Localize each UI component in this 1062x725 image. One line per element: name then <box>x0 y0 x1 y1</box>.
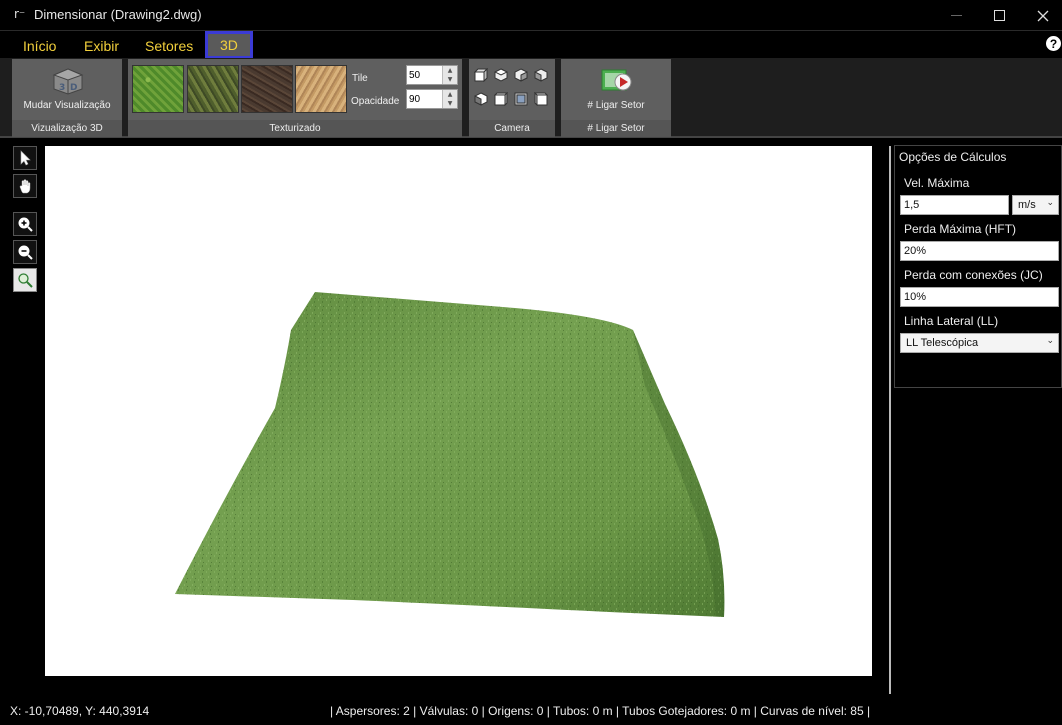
opacidade-input[interactable] <box>407 90 442 108</box>
view-cube-right-icon[interactable] <box>534 68 548 82</box>
svg-text:3: 3 <box>59 83 65 93</box>
pointer-icon <box>20 150 31 166</box>
chevron-down-icon: ⌄ <box>1046 336 1054 346</box>
chevron-down-icon: ⌄ <box>1046 198 1054 208</box>
grass-texture-swatch[interactable] <box>132 65 184 113</box>
vel-unit-value: m/s <box>1018 199 1036 211</box>
play-sector-icon[interactable] <box>600 67 632 95</box>
ligar-setor-button[interactable]: # Ligar Setor <box>561 100 671 111</box>
ribbon-group-visualizacao: 3 D Mudar Visualização Vizualização 3D <box>12 59 122 137</box>
view-cube-iso-icon[interactable] <box>514 92 528 106</box>
chevron-down-icon[interactable]: ▼ <box>448 100 453 107</box>
soil-texture-swatch[interactable] <box>241 65 293 113</box>
view-cube-front-icon[interactable] <box>493 91 509 107</box>
status-bar: X: -10,70489, Y: 440,3914 | Aspersores: … <box>0 700 1062 725</box>
calc-options-panel: Opções de Cálculos Vel. Máxima m/s ⌄ Per… <box>894 145 1062 388</box>
tile-stepper-arrows[interactable]: ▲ ▼ <box>442 66 457 84</box>
view-cube-back-icon[interactable] <box>533 91 549 107</box>
title-bar: r⁻ Dimensionar (Drawing2.dwg) <box>0 0 1062 31</box>
zoom-extents-icon <box>18 273 33 288</box>
view-cube-top-right-icon[interactable] <box>514 68 528 82</box>
zoom-in-icon <box>18 217 33 232</box>
group-label-texturizado: Texturizado <box>128 120 462 137</box>
element-counts: | Aspersores: 2 | Válvulas: 0 | Origens:… <box>330 704 871 718</box>
ribbon-group-ligar-setor: # Ligar Setor # Ligar Setor <box>561 59 671 137</box>
opacidade-stepper-arrows[interactable]: ▲ ▼ <box>442 90 457 108</box>
group-label-ligar-setor: # Ligar Setor <box>561 120 671 137</box>
close-icon <box>1037 10 1049 21</box>
close-button[interactable] <box>1020 0 1062 31</box>
panel-divider[interactable] <box>889 146 891 694</box>
vel-unit-select[interactable]: m/s ⌄ <box>1012 195 1059 215</box>
opacidade-stepper[interactable]: ▲▼ <box>406 89 458 109</box>
vel-maxima-input[interactable] <box>900 195 1009 215</box>
jc-label: Perda com conexões (JC) <box>904 268 1043 282</box>
ribbon-group-texturizado: Tile Opacidade ▲▼ ▲▼ Texturizado <box>128 59 462 137</box>
tile-stepper[interactable]: ▲▼ <box>406 65 458 85</box>
vel-maxima-label: Vel. Máxima <box>904 176 970 190</box>
tile-input[interactable] <box>407 66 442 84</box>
tab-inicio[interactable]: Início <box>14 33 65 58</box>
maximize-icon <box>993 10 1005 21</box>
zoom-out-tool[interactable] <box>13 240 37 264</box>
ll-value: LL Telescópica <box>906 337 979 349</box>
zoom-in-tool[interactable] <box>13 212 37 236</box>
minimize-button[interactable] <box>933 0 979 31</box>
tile-label: Tile <box>352 73 368 84</box>
hft-input[interactable] <box>900 241 1059 261</box>
cursor-coordinates: X: -10,70489, Y: 440,3914 <box>10 704 150 718</box>
window-title: Dimensionar (Drawing2.dwg) <box>34 7 202 22</box>
ll-select[interactable]: LL Telescópica ⌄ <box>900 333 1059 353</box>
sand-texture-swatch[interactable] <box>295 65 347 113</box>
group-label-visualizacao: Vizualização 3D <box>12 120 122 137</box>
minimize-icon <box>950 15 962 16</box>
jc-input[interactable] <box>900 287 1059 307</box>
ribbon-group-camera: Camera <box>469 59 555 137</box>
chevron-up-icon[interactable]: ▲ <box>448 91 453 98</box>
hand-pan-tool[interactable] <box>13 174 37 198</box>
3d-viewport[interactable] <box>45 146 872 676</box>
mudar-visualizacao-button[interactable]: Mudar Visualização <box>12 100 122 111</box>
tab-exibir[interactable]: Exibir <box>75 33 128 58</box>
chevron-down-icon[interactable]: ▼ <box>448 76 453 83</box>
ll-label: Linha Lateral (LL) <box>904 314 999 328</box>
group-label-camera: Camera <box>469 120 555 137</box>
tab-setores[interactable]: Setores <box>136 33 202 58</box>
panel-title: Opções de Cálculos <box>899 150 1007 164</box>
hft-label: Perda Máxima (HFT) <box>904 222 1017 236</box>
view-cube-top-icon[interactable] <box>493 68 509 82</box>
terrain-surface[interactable] <box>45 146 872 676</box>
maximize-button[interactable] <box>976 0 1022 31</box>
opacidade-label: Opacidade <box>351 96 400 107</box>
zoom-extents-tool[interactable] <box>13 268 37 292</box>
svg-text:D: D <box>70 83 77 93</box>
view-cube-top-left-icon[interactable] <box>473 67 489 83</box>
view-cube-left-icon[interactable] <box>474 92 488 106</box>
menu-bar: Início Exibir Setores 3D <box>0 31 1062 59</box>
3d-cube-icon[interactable]: 3 D <box>52 67 84 95</box>
chevron-up-icon[interactable]: ▲ <box>448 67 453 74</box>
moss-texture-swatch[interactable] <box>187 65 239 113</box>
pointer-tool[interactable] <box>13 146 37 170</box>
ribbon: 3 D Mudar Visualização Vizualização 3D T… <box>0 58 1062 138</box>
app-icon: r⁻ <box>14 7 26 21</box>
tab-3d[interactable]: 3D <box>205 31 253 59</box>
zoom-out-icon <box>18 245 33 260</box>
help-icon[interactable]: ? <box>1046 36 1061 51</box>
hand-pan-icon <box>19 179 31 194</box>
